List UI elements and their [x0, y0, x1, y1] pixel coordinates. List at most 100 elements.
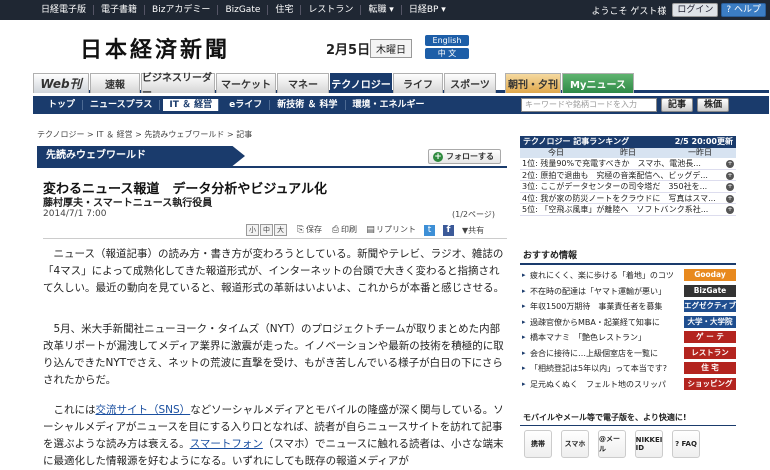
nikkei-id-icon[interactable]: NIKKEI ID: [635, 430, 663, 458]
subnav-elife[interactable]: eライフ: [222, 100, 271, 110]
subnav-it-management[interactable]: IT ＆ 経営: [163, 99, 220, 111]
section-title[interactable]: 先読みウェブワールド: [37, 146, 245, 166]
stock-search-button[interactable]: 株価: [697, 98, 730, 112]
link-housing[interactable]: 住宅: [268, 5, 302, 15]
chinese-button[interactable]: 中 文: [425, 48, 469, 59]
subnav-science[interactable]: 新技術 ＆ 科学: [270, 100, 346, 110]
save-button[interactable]: ⎘ 保存: [295, 224, 322, 236]
smartphone-link[interactable]: スマートフォン: [190, 438, 263, 450]
follow-button[interactable]: + フォローする: [428, 149, 501, 164]
faq-icon[interactable]: ? FAQ: [672, 430, 700, 458]
tab-sports[interactable]: スポーツ: [444, 73, 496, 93]
tab-web[interactable]: Web刊: [33, 73, 89, 93]
ranking-item[interactable]: 2位: 原拍で退曲も 究極の音楽配信へ、ビッグデ... +: [520, 170, 736, 181]
ranking-item[interactable]: 4位: 我が家の防災ノートをクラウドに 写真はスマ... +: [520, 193, 736, 204]
recommend-badge[interactable]: エグゼクティブ: [684, 300, 736, 312]
recommend-item[interactable]: 年収1500万期待 事業責任者を募集 エグゼクティブ: [520, 299, 736, 315]
ranking-item[interactable]: 5位: 「空飛ぶ風車」が離陸へ ソフトバンク系社... +: [520, 204, 736, 216]
tab-news[interactable]: 速報: [90, 73, 140, 93]
tab-life[interactable]: ライフ: [393, 73, 443, 93]
recommend-item[interactable]: 不在時の配達は「ヤマト運輸が悪い」 BizGate: [520, 284, 736, 300]
plus-icon[interactable]: +: [726, 160, 734, 168]
english-button[interactable]: English: [425, 35, 469, 46]
article-search-button[interactable]: 記事: [661, 98, 694, 112]
print-label: 印刷: [341, 225, 357, 234]
recommend-item-text: 疲れにくく、楽に歩ける「着地」のコツ: [530, 271, 674, 280]
reprint-icon: ▤: [366, 225, 375, 235]
breadcrumb[interactable]: テクノロジー > IT ＆ 経営 > 先読みウェブワールド > 記事: [37, 129, 252, 140]
link-denshiban[interactable]: 日経電子版: [34, 5, 95, 15]
recommend-badge[interactable]: レストラン: [684, 346, 736, 359]
recommend-badge[interactable]: 大学・大学院: [684, 315, 736, 328]
article-tools: 小 中 大 ⎘ 保存 ⎙ 印刷 ▤リプリント t f ▼共有: [246, 224, 484, 236]
recommend-item-text: 会合に接待に…上級個室店を一覧に: [530, 348, 658, 358]
ranking-timestamp: 2/5 20:00更新: [674, 137, 733, 146]
tab-technology[interactable]: テクノロジー: [330, 73, 392, 93]
login-button[interactable]: ログイン: [672, 3, 719, 17]
recommend-badge[interactable]: Gooday: [684, 269, 736, 281]
font-size-switch: 小 中 大: [246, 224, 287, 236]
recommend-item[interactable]: 会合に接待に…上級個室店を一覧に レストラン: [520, 346, 736, 362]
recommend-item[interactable]: 「相続登記は5年以内」って本当です? 住 宅: [520, 361, 736, 377]
tab-market[interactable]: マーケット: [216, 73, 276, 93]
tab-business[interactable]: ビジネスリーダー: [141, 73, 215, 99]
article-author: 藤村厚夫・スマートニュース執行役員: [43, 198, 213, 209]
reprint-button[interactable]: ▤リプリント: [365, 224, 416, 236]
ranking-item[interactable]: 1位: 残量90%で充電すべきか スマホ、電池長... +: [520, 158, 736, 170]
plus-icon[interactable]: +: [726, 206, 734, 214]
subnav-top[interactable]: トップ: [41, 100, 84, 110]
plus-icon[interactable]: +: [726, 171, 734, 180]
sns-link[interactable]: 交流サイト（SNS）: [96, 404, 191, 416]
plus-icon[interactable]: +: [726, 194, 734, 203]
facebook-icon[interactable]: f: [443, 224, 454, 236]
font-small-button[interactable]: 小: [246, 224, 259, 236]
language-switch: English 中 文: [425, 35, 469, 59]
recommend-badge[interactable]: ショッピング: [684, 377, 736, 390]
ranking-item[interactable]: 3位: ここがデータセンターの司令塔だ 350社を... +: [520, 181, 736, 193]
search-input[interactable]: キーワードや銘柄コードを入力: [521, 98, 657, 112]
link-nikkeibp[interactable]: 日経BP ▾: [402, 5, 453, 15]
tab-today[interactable]: 今日: [520, 148, 592, 158]
plus-icon[interactable]: +: [726, 183, 734, 191]
subnav-newsplus[interactable]: ニュースプラス: [83, 100, 161, 110]
tab-money[interactable]: マネー: [277, 73, 329, 93]
ranking-tabs: 今日 昨日 一昨日: [520, 148, 736, 158]
tab-mynews[interactable]: Myニュース: [562, 73, 634, 93]
section-header: 先読みウェブワールド + フォローする: [37, 146, 507, 168]
tab-print-edition[interactable]: 朝刊・夕刊: [505, 73, 561, 93]
save-icon: ⎘: [296, 225, 305, 235]
mail-icon[interactable]: @メール: [598, 430, 626, 458]
recommend-item[interactable]: 過疎官僚からMBA・起業経て知事に 大学・大学院: [520, 315, 736, 331]
subnav-environment[interactable]: 環境・エネルギー: [346, 100, 432, 110]
link-ebooks[interactable]: 電子書籍: [94, 5, 146, 15]
ranking-box: テクノロジー 記事ランキング 2/5 20:00更新 今日 昨日 一昨日 1位:…: [520, 136, 736, 216]
ranking-item-text: 5位: 「空飛ぶ風車」が離陸へ ソフトバンク系社...: [522, 205, 709, 214]
ranking-item-text: 1位: 残量90%で充電すべきか スマホ、電池長...: [522, 159, 701, 168]
tab-day-before[interactable]: 一昨日: [664, 148, 736, 158]
link-bizacademy[interactable]: Bizアカデミー: [145, 5, 219, 15]
recommend-badge[interactable]: BizGate: [684, 284, 736, 297]
greeting-text: ようこそ ゲスト様: [591, 6, 667, 17]
nikkei-logo[interactable]: 日本経済新聞: [80, 32, 230, 64]
top-bar: 日経電子版 電子書籍 Bizアカデミー BizGate 住宅 レストラン 転職 …: [0, 0, 770, 20]
help-button[interactable]: ? ヘルプ: [721, 3, 766, 17]
link-bizgate[interactable]: BizGate: [218, 5, 269, 15]
recommend-badge[interactable]: ゲ ー テ: [684, 331, 736, 343]
print-button[interactable]: ⎙ 印刷: [330, 224, 357, 236]
link-restaurant[interactable]: レストラン: [301, 5, 362, 15]
paragraph-1: ニュース（報道記事）の読み方・書き方が変わろうとしている。新聞やテレビ、ラジオ、…: [43, 248, 505, 294]
recommend-item[interactable]: 疲れにくく、楽に歩ける「着地」のコツ Gooday: [520, 268, 736, 284]
recommend-item[interactable]: 橋本マナミ 「艶色レストラン」 ゲ ー テ: [520, 330, 736, 346]
smartphone-icon[interactable]: スマホ: [561, 430, 589, 458]
font-large-button[interactable]: 大: [274, 224, 287, 236]
recommend-item-text: 足元ぬくぬく フェルト地のスリッパ: [530, 379, 666, 389]
phone-icon[interactable]: 携帯: [524, 430, 552, 458]
recommend-item[interactable]: 足元ぬくぬく フェルト地のスリッパ ショッピング: [520, 377, 736, 393]
print-icon: ⎙: [331, 225, 340, 235]
recommend-badge[interactable]: 住 宅: [684, 362, 736, 374]
twitter-icon[interactable]: t: [424, 224, 435, 236]
link-career[interactable]: 転職 ▾: [361, 5, 402, 15]
font-medium-button[interactable]: 中: [260, 224, 273, 236]
tab-yesterday[interactable]: 昨日: [592, 148, 664, 158]
share-button[interactable]: ▼共有: [462, 225, 484, 236]
